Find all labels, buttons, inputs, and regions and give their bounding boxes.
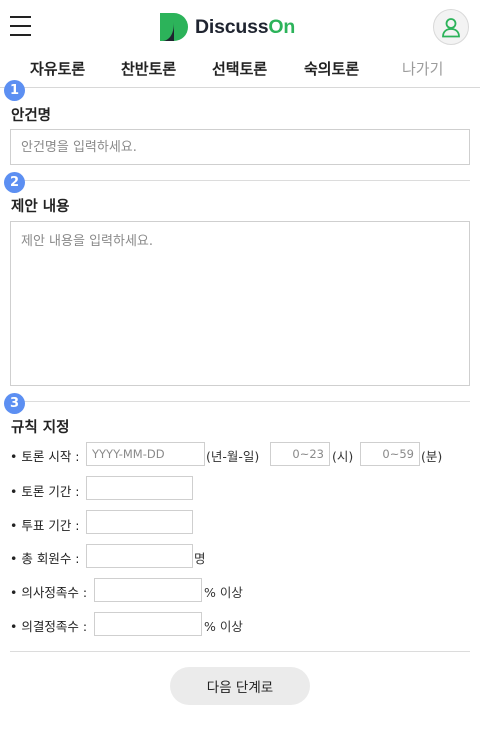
nav-pro-con-debate[interactable]: 찬반토론 [121,58,176,79]
proposal-textarea[interactable] [10,221,470,386]
rules-section-label: 규칙 지정 [11,420,70,436]
nav-choice-debate[interactable]: 선택토론 [212,58,267,79]
proposal-section-label: 제안 내용 [11,199,70,215]
vote-period-label: • 투표 기간 : [10,518,80,533]
hour-unit: (시) [332,449,354,464]
user-icon [442,18,460,38]
logo[interactable]: DiscussOn [159,12,295,42]
hamburger-menu-icon[interactable] [10,16,31,36]
next-step-button[interactable]: 다음 단계로 [170,667,310,705]
decision-quorum-label: • 의결정족수 : [10,619,88,634]
divider [10,651,470,652]
members-input[interactable] [86,544,193,568]
header: DiscussOn [0,0,480,52]
debate-type-nav: 자유토론 찬반토론 선택토론 숙의토론 나가기 [0,52,480,88]
vote-period-input[interactable] [86,510,193,534]
duration-label: • 토론 기간 : [10,484,80,499]
divider [10,180,470,181]
start-date-input[interactable] [86,442,205,466]
duration-input[interactable] [86,476,193,500]
nav-free-debate[interactable]: 자유토론 [30,58,85,79]
start-hour-input[interactable] [270,442,330,466]
minute-unit: (분) [421,449,443,464]
logo-text: DiscussOn [195,16,295,39]
step-badge-3: 3 [4,393,25,414]
quorum-input[interactable] [94,578,202,602]
user-avatar-button[interactable] [433,9,469,45]
decision-quorum-input[interactable] [94,612,202,636]
logo-text-discuss: Discuss [195,15,269,38]
step-badge-2: 2 [4,172,25,193]
nav-exit[interactable]: 나가기 [402,58,443,79]
quorum-unit: % 이상 [204,585,243,600]
divider [10,401,470,402]
start-label: • 토론 시작 : [10,449,80,464]
members-label: • 총 회원수 : [10,551,80,566]
logo-text-on: On [268,15,296,38]
start-minute-input[interactable] [360,442,420,466]
nav-deliberative-debate[interactable]: 숙의토론 [304,58,359,79]
decision-quorum-unit: % 이상 [204,619,243,634]
title-input[interactable] [10,129,470,165]
members-unit: 명 [194,551,206,566]
quorum-label: • 의사정족수 : [10,585,88,600]
date-hint: (년-월-일) [206,449,260,464]
discusson-logo-icon [160,13,188,41]
title-section-label: 안건명 [11,108,52,124]
step-badge-1: 1 [4,80,25,101]
